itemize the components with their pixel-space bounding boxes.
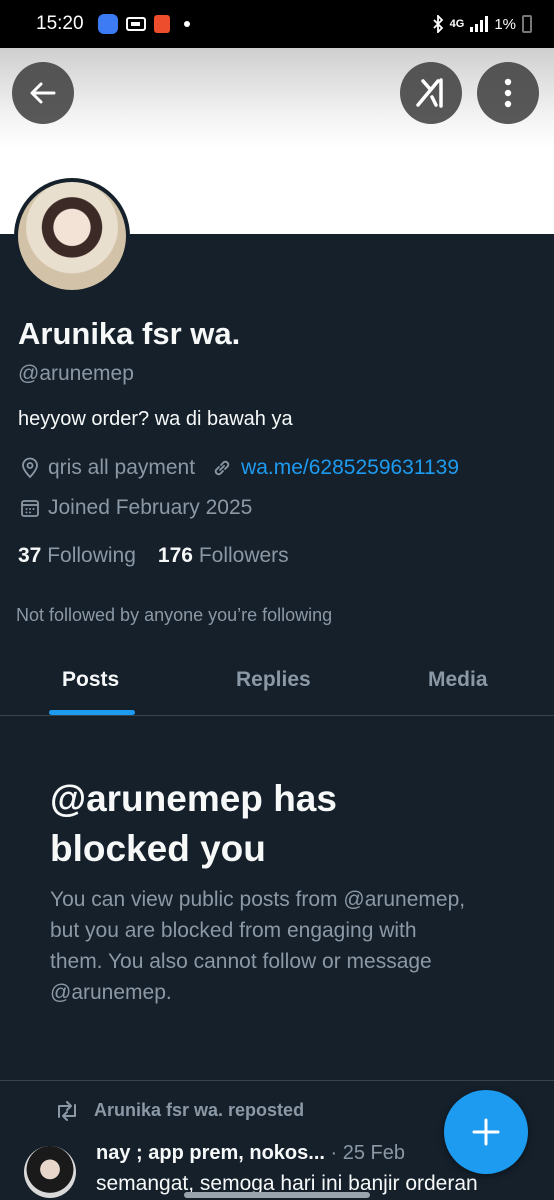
profile-name: Arunika fsr wa. <box>18 316 241 351</box>
calendar-icon <box>21 500 39 517</box>
battery-icon <box>522 15 532 33</box>
avatar-image <box>18 182 126 290</box>
tweet-author-avatar[interactable] <box>24 1146 76 1198</box>
following-label: Following <box>47 544 136 567</box>
repost-icon <box>58 1100 76 1121</box>
tweet-date: · 25 Feb <box>324 1142 405 1164</box>
tab-replies[interactable]: Replies <box>236 668 311 692</box>
dot-icon <box>183 21 190 27</box>
signal-icon <box>470 16 489 32</box>
followers-link[interactable]: 176 Followers <box>158 544 289 567</box>
tweet-header: nay ; app prem, nokos... · 25 Feb <box>96 1142 405 1165</box>
shop-icon <box>153 15 170 33</box>
card-icon <box>125 17 146 31</box>
profile-location: qris all payment <box>48 456 196 479</box>
grok-icon <box>416 78 443 108</box>
profile-bio: heyyow order? wa di bawah ya <box>18 408 293 430</box>
profile-tabs: Posts Replies Media <box>0 650 554 716</box>
more-options-button[interactable] <box>477 62 539 124</box>
divider <box>0 1080 554 1081</box>
gesture-nav-bar <box>184 1192 370 1198</box>
followers-count: 176 <box>157 544 193 567</box>
link-icon <box>214 460 230 476</box>
followers-label: Followers <box>198 544 289 567</box>
status-right: 4G 1% <box>432 15 532 33</box>
blocked-description: You can view public posts from @arunemep… <box>50 888 466 1004</box>
tab-posts[interactable]: Posts <box>62 668 119 692</box>
compose-button[interactable] <box>444 1090 528 1174</box>
more-vertical-icon <box>504 78 512 108</box>
tweet-author-name[interactable]: nay ; app prem, nokos... <box>96 1142 325 1164</box>
profile-stats: 37 Following 176 Followers <box>18 544 289 568</box>
profile-avatar[interactable] <box>14 178 130 294</box>
profile-meta-joined: Joined February 2025 <box>20 496 252 520</box>
app-icon <box>97 14 118 34</box>
profile-handle: @arunemep <box>18 362 134 385</box>
following-count: 37 <box>18 544 42 567</box>
network-type: 4G <box>449 18 465 30</box>
profile-website-link[interactable]: wa.me/6285259631139 <box>241 456 459 480</box>
status-bar: 15:20 4G 1% <box>0 0 554 48</box>
back-button[interactable] <box>12 62 74 124</box>
status-time: 15:20 <box>36 13 84 34</box>
back-arrow-icon <box>30 82 56 104</box>
battery-percent: 1% <box>494 15 516 33</box>
plus-icon <box>472 1118 500 1146</box>
repost-label: Arunika fsr wa. reposted <box>94 1100 305 1120</box>
bluetooth-icon <box>432 15 443 33</box>
location-icon <box>22 457 38 479</box>
grok-button[interactable] <box>400 62 462 124</box>
active-tab-indicator <box>49 710 135 715</box>
profile-joined: Joined February 2025 <box>48 496 253 519</box>
following-link[interactable]: 37 Following <box>18 544 136 567</box>
repost-indicator: Arunika fsr wa. reposted <box>54 1100 304 1121</box>
not-followed-notice: Not followed by anyone you’re following <box>16 605 333 625</box>
tab-media[interactable]: Media <box>428 668 488 692</box>
profile-meta-location-website: qris all payment wa.me/6285259631139 <box>20 456 459 480</box>
blocked-title: @arunemep has blocked you <box>50 778 337 869</box>
